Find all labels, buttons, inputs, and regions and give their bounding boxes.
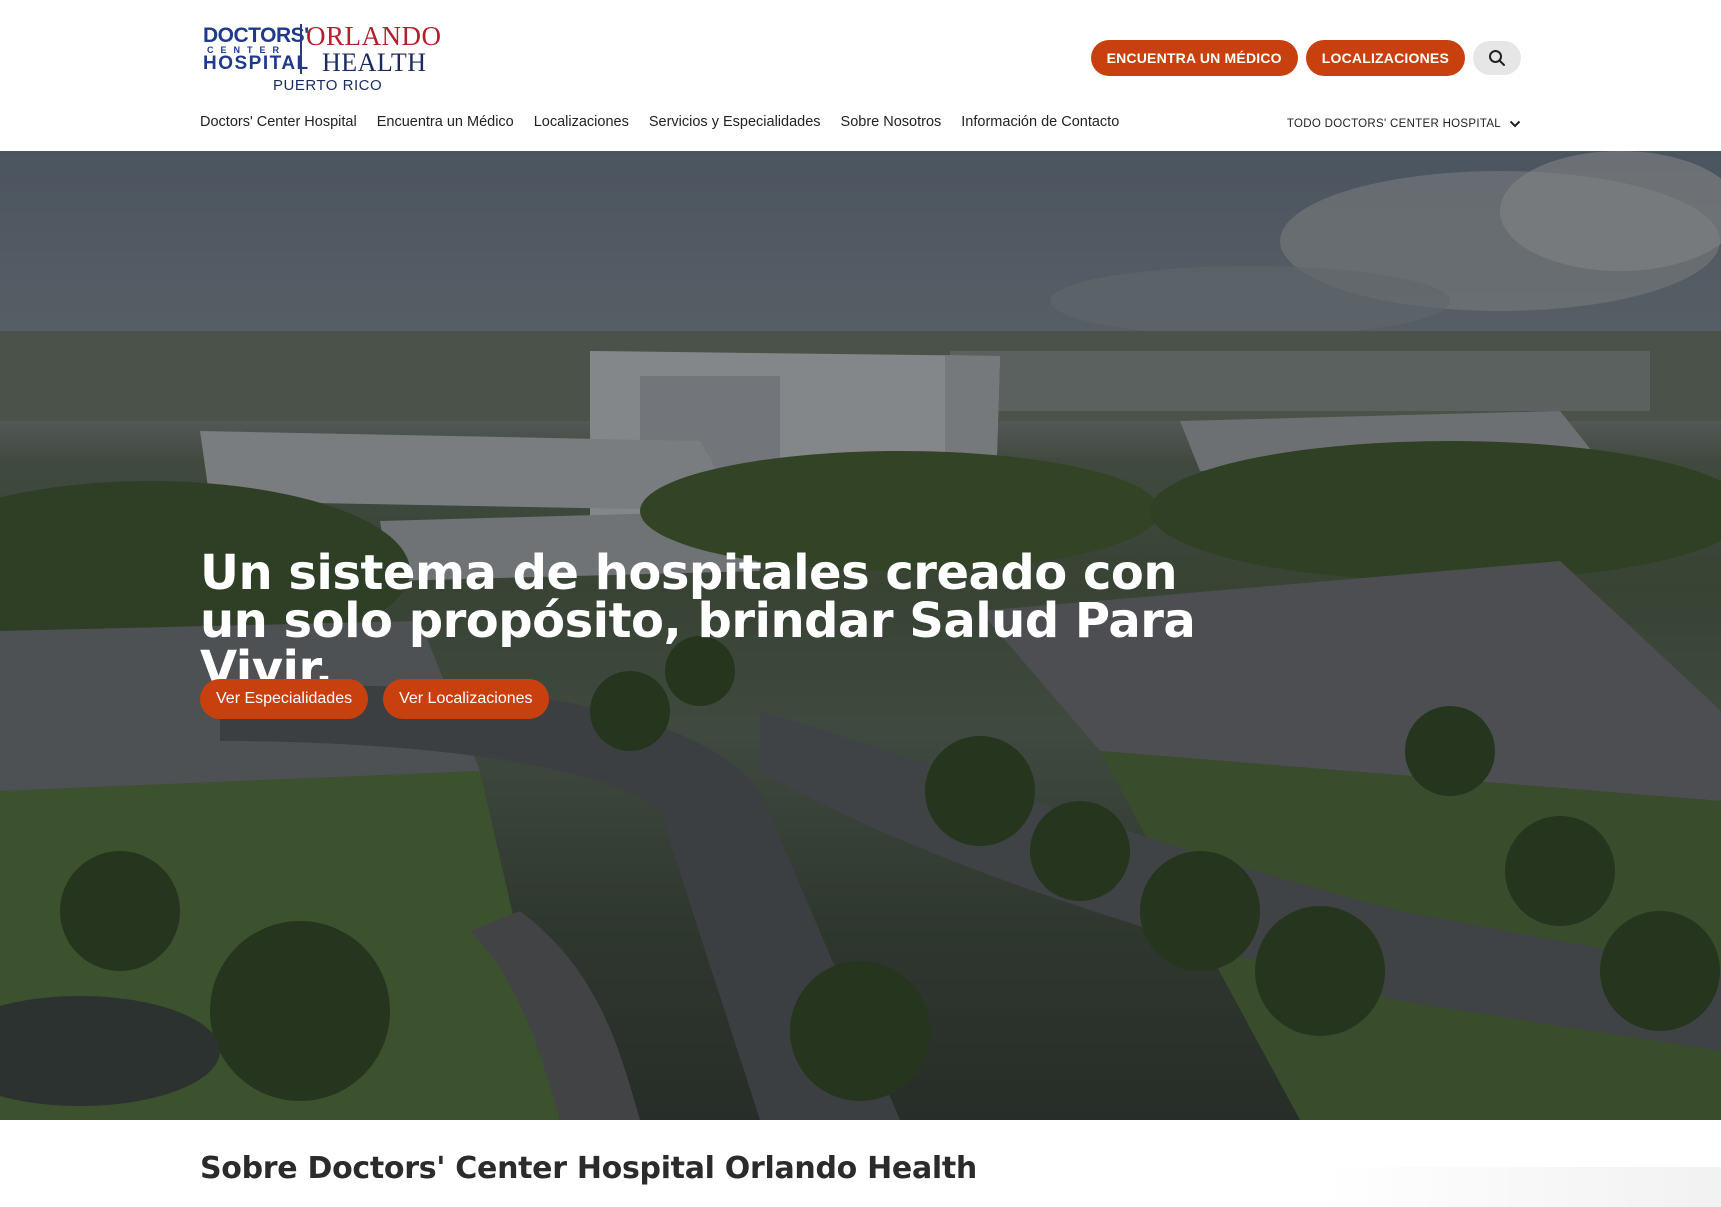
nav-item-localizaciones[interactable]: Localizaciones <box>534 114 629 130</box>
logo-line-3: HOSPITAL <box>203 53 310 74</box>
site-selector[interactable]: TODO DOCTORS' CENTER HOSPITAL <box>1287 118 1521 130</box>
locations-button[interactable]: LOCALIZACIONES <box>1305 40 1465 76</box>
view-specialties-button[interactable]: Ver Especialidades <box>200 679 369 719</box>
logo-brand-1: ORLANDO <box>306 21 442 51</box>
nav-item-sobre-nosotros[interactable]: Sobre Nosotros <box>841 114 942 130</box>
view-locations-button[interactable]: Ver Localizaciones <box>383 679 549 719</box>
logo-doctors-center-hospital: DOCTORS' CENTER HOSPITAL <box>203 24 310 74</box>
hero-actions: Ver Especialidades Ver Localizaciones <box>200 679 549 719</box>
hero-section: Un sistema de hospitales creado con un s… <box>0 151 1721 1120</box>
logo-region: PUERTO RICO <box>273 77 383 94</box>
search-icon <box>1489 50 1505 66</box>
nav-item-encuentra-medico[interactable]: Encuentra un Médico <box>377 114 514 130</box>
find-doctor-button[interactable]: ENCUENTRA UN MÉDICO <box>1090 40 1298 76</box>
logo-brand-2: HEALTH <box>322 48 427 77</box>
logo-line-1: DOCTORS' <box>203 24 309 47</box>
site-logo[interactable]: DOCTORS' CENTER HOSPITAL ORLANDO HEALTH … <box>203 22 441 94</box>
search-button[interactable] <box>1473 41 1521 75</box>
site-selector-label: TODO DOCTORS' CENTER HOSPITAL <box>1286 118 1501 130</box>
site-header: DOCTORS' CENTER HOSPITAL ORLANDO HEALTH … <box>0 0 1721 151</box>
nav-item-doctors-center-hospital[interactable]: Doctors' Center Hospital <box>200 114 357 130</box>
about-section-title: Sobre Doctors' Center Hospital Orlando H… <box>200 1151 977 1186</box>
logo-divider <box>300 24 302 74</box>
logo-orlando-health: ORLANDO HEALTH <box>306 22 442 76</box>
nav-item-servicios[interactable]: Servicios y Especialidades <box>649 114 821 130</box>
bottom-fade <box>1321 1167 1721 1207</box>
hero-headline: Un sistema de hospitales creado con un s… <box>200 545 1196 697</box>
chevron-down-icon <box>1509 120 1521 128</box>
nav-item-contacto[interactable]: Información de Contacto <box>961 114 1119 130</box>
header-actions: ENCUENTRA UN MÉDICO LOCALIZACIONES <box>1090 40 1521 76</box>
main-nav: Doctors' Center Hospital Encuentra un Mé… <box>200 114 1139 130</box>
